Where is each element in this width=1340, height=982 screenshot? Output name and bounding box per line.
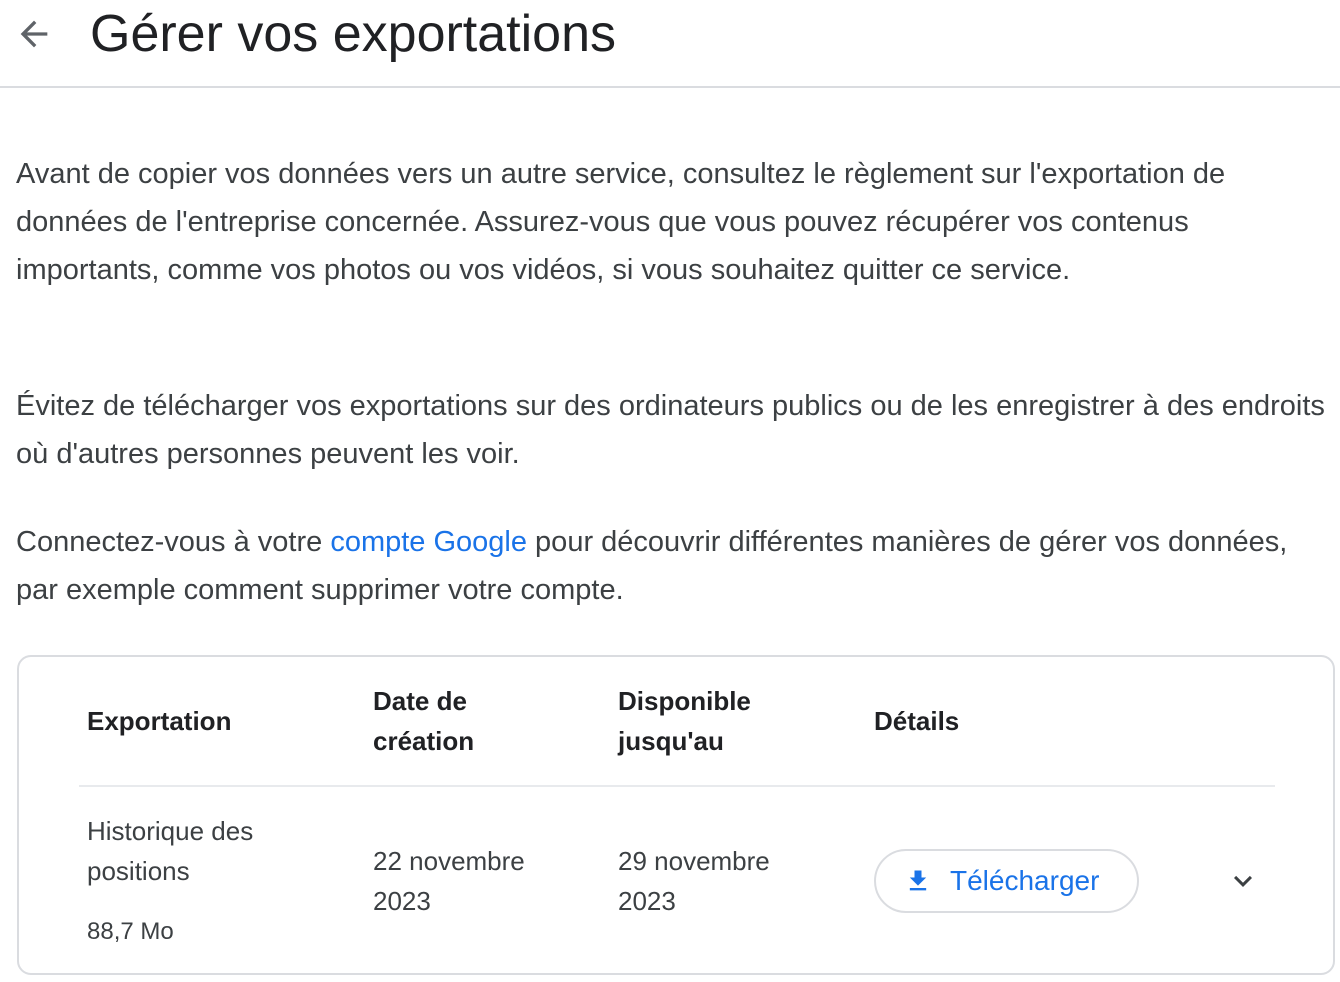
page-header: Gérer vos exportations <box>0 0 1340 88</box>
back-button[interactable] <box>12 12 56 56</box>
export-name: Historique des positions <box>87 811 253 891</box>
export-available-date-line2: 2023 <box>618 886 676 916</box>
export-size: 88,7 Mo <box>87 918 174 945</box>
page-title: Gérer vos exportations <box>90 5 617 63</box>
export-name-line2: positions <box>87 856 190 886</box>
export-created-date-line2: 2023 <box>373 886 431 916</box>
column-header-created-line1: Date de <box>373 686 467 716</box>
column-header-available-line1: Disponible <box>618 686 751 716</box>
column-header-details: Détails <box>874 706 960 736</box>
export-available-date: 29 novembre 2023 <box>618 841 770 921</box>
intro-paragraph-1: Avant de copier vos données vers un autr… <box>16 158 1226 286</box>
intro-paragraph-3-start: Connectez-vous à votre <box>16 526 331 558</box>
column-header-created-line2: création <box>373 726 475 756</box>
intro-paragraph-3: Connectez-vous à votre compte Google pou… <box>16 518 1326 614</box>
export-name-line1: Historique des <box>87 816 254 846</box>
column-header-available: Disponible jusqu'au <box>618 681 751 761</box>
export-available-date-line1: 29 novembre <box>618 846 770 876</box>
download-icon <box>909 870 927 891</box>
chevron-down-icon <box>1234 875 1252 887</box>
download-button[interactable]: Télécharger <box>874 849 1139 913</box>
expand-row-button[interactable] <box>1219 857 1267 905</box>
column-header-available-line2: jusqu'au <box>618 726 724 756</box>
export-created-date: 22 novembre 2023 <box>373 841 525 921</box>
column-header-created: Date de création <box>373 681 474 761</box>
google-account-link[interactable]: compte Google <box>330 526 527 558</box>
export-created-date-line1: 22 novembre <box>373 846 525 876</box>
table-divider <box>79 785 1275 787</box>
download-button-label: Télécharger <box>950 865 1100 896</box>
intro-paragraph-2: Évitez de télécharger vos exportations s… <box>16 390 1325 470</box>
arrow-back-icon <box>20 20 48 48</box>
column-header-export: Exportation <box>87 706 232 736</box>
exports-table: Exportation Date de création Disponible … <box>17 655 1335 975</box>
